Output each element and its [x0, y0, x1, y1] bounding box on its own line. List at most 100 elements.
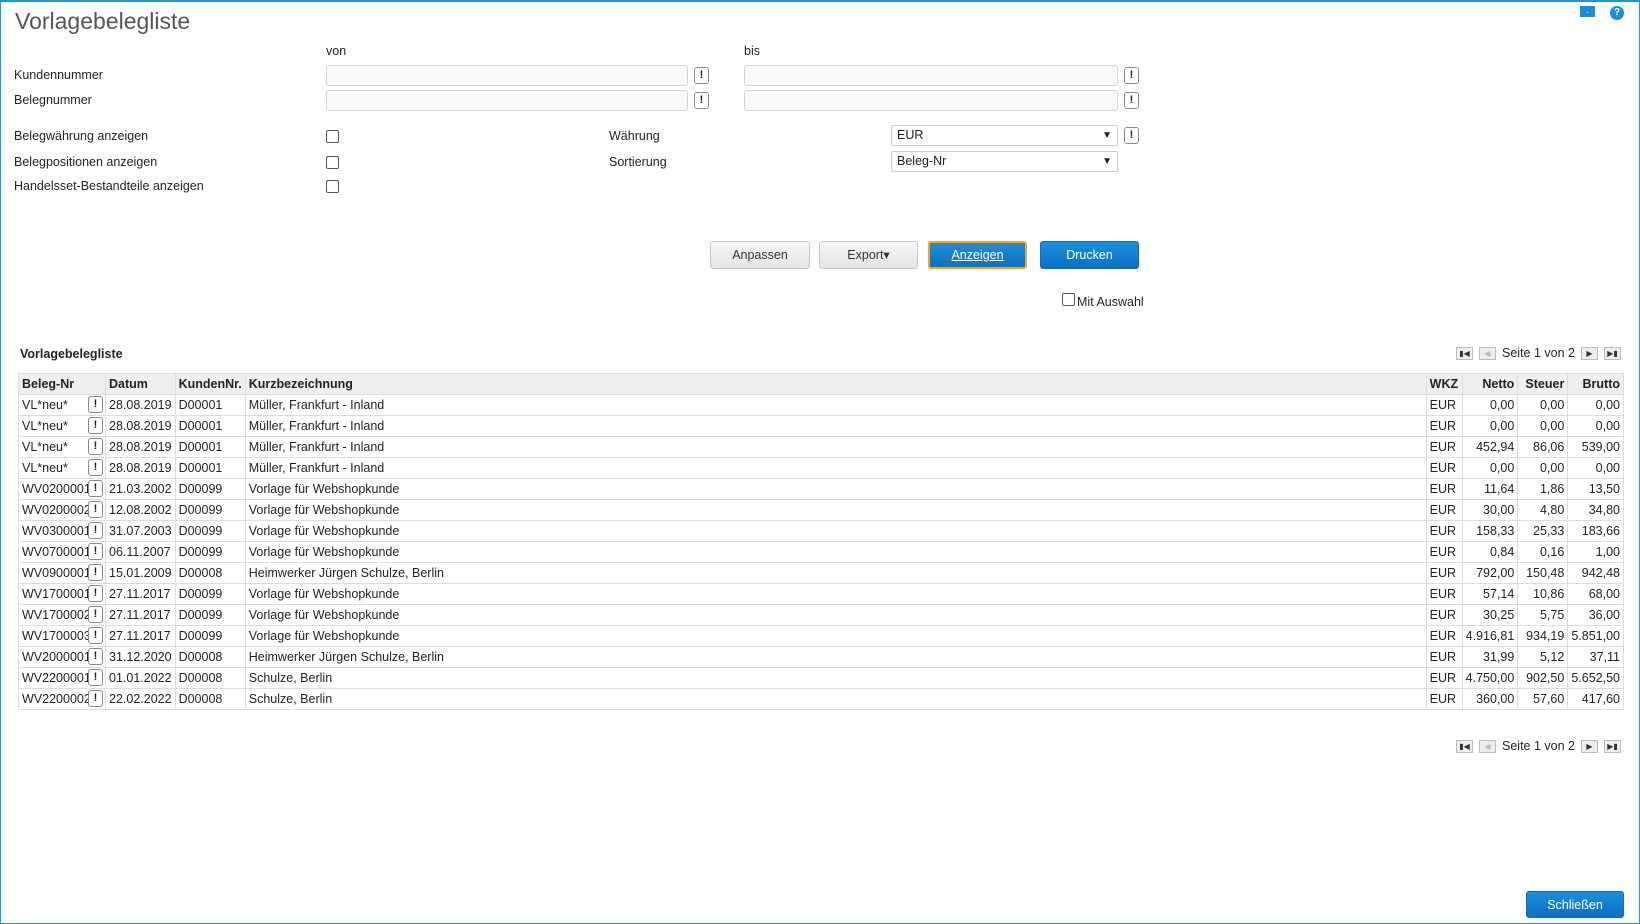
belegnummer-von-lookup-button[interactable]: ! — [694, 92, 709, 109]
kundennummer-von-lookup-button[interactable]: ! — [694, 67, 709, 84]
cell-text: EUR — [1429, 482, 1457, 496]
table-cell: 28.08.2019 — [105, 457, 176, 479]
table-row[interactable]: WV0200002! 12.08.2002 D00099 Vorlage für We… — [18, 499, 1624, 521]
table-cell: D00099 — [174, 604, 246, 626]
drucken-button[interactable]: Drucken — [1040, 241, 1139, 269]
belegwaehrung-checkbox[interactable] — [326, 130, 339, 143]
cell-text: 942,48 — [1581, 566, 1620, 580]
prev-page-icon[interactable]: ◀ — [1479, 346, 1496, 360]
next-page-icon[interactable]: ▶ — [1580, 739, 1598, 753]
table-cell: 5,12 — [1517, 646, 1569, 668]
kundennummer-bis-lookup-button[interactable]: ! — [1124, 67, 1139, 84]
table-cell: D00008 — [174, 667, 246, 689]
table-row[interactable]: VL*neu*! 28.08.2019 D00001 Müller, Frankfur… — [18, 457, 1624, 479]
first-page-icon[interactable]: ▮◀ — [1456, 739, 1473, 753]
last-page-icon[interactable]: ▶▮ — [1603, 346, 1621, 360]
column-header[interactable]: Beleg-Nr — [18, 373, 106, 395]
column-header[interactable]: Brutto — [1567, 373, 1624, 395]
cell-text: EUR — [1429, 524, 1457, 538]
prev-page-icon[interactable]: ◀ — [1479, 739, 1496, 753]
table-row[interactable]: VL*neu*! 28.08.2019 D00001 Müller, Frankfur… — [18, 436, 1624, 458]
belegnummer-von-input[interactable] — [326, 90, 688, 111]
table-cell: 0,00 — [1567, 457, 1624, 479]
handelsset-checkbox[interactable] — [326, 180, 339, 193]
beleg-detail-button[interactable]: ! — [88, 585, 103, 602]
belegnummer-bis-lookup-button[interactable]: ! — [1124, 92, 1139, 109]
schliessen-button[interactable]: Schließen — [1526, 891, 1624, 918]
cell-text: VL*neu* — [22, 440, 68, 454]
table-row[interactable]: WV0700001! 06.11.2007 D00099 Vorlage für We… — [18, 541, 1624, 563]
next-page-icon[interactable]: ▶ — [1580, 346, 1598, 360]
waehrung-select[interactable]: EUR ▼ — [891, 125, 1118, 146]
belegnummer-bis-input[interactable] — [744, 90, 1118, 111]
column-header[interactable]: KundenNr. — [174, 373, 246, 395]
beleg-detail-button[interactable]: ! — [88, 480, 103, 497]
last-page-icon[interactable]: ▶▮ — [1603, 739, 1621, 753]
mit-auswahl-checkbox[interactable] — [1062, 293, 1075, 306]
table-cell: D00008 — [174, 646, 246, 668]
cell-text: D00008 — [178, 671, 223, 685]
table-row[interactable]: WV1700002! 27.11.2017 D00099 Vorlage für We… — [18, 604, 1624, 626]
table-cell: D00001 — [174, 394, 246, 416]
cell-text: EUR — [1429, 650, 1457, 664]
beleg-detail-button[interactable]: ! — [88, 438, 103, 455]
beleg-detail-button[interactable]: ! — [88, 417, 103, 434]
column-header[interactable]: Kurzbezeichnung — [244, 373, 1427, 395]
table-cell: 539,00 — [1567, 436, 1624, 458]
table-cell: WV1700001! — [18, 583, 106, 605]
table-row[interactable]: VL*neu*! 28.08.2019 D00001 Müller, Frankfur… — [18, 415, 1624, 437]
help-icon[interactable]: ? — [1610, 6, 1624, 20]
column-header[interactable]: WKZ — [1425, 373, 1463, 395]
table-cell: 01.01.2022 — [105, 667, 176, 689]
cell-text: 57,14 — [1483, 587, 1515, 601]
table-cell: 0,00 — [1517, 394, 1569, 416]
cell-text: 12.08.2002 — [109, 503, 172, 517]
table-row[interactable]: WV0300001! 31.07.2003 D00099 Vorlage für We… — [18, 520, 1624, 542]
table-row[interactable]: WV1700003! 27.11.2017 D00099 Vorlage für We… — [18, 625, 1624, 647]
anpassen-button[interactable]: Anpassen — [710, 241, 810, 269]
beleg-detail-button[interactable]: ! — [88, 501, 103, 518]
waehrung-lookup-button[interactable]: ! — [1124, 127, 1139, 144]
table-row[interactable]: WV2000001! 31.12.2020 D00008 Heimwerker Jür… — [18, 646, 1624, 668]
cell-text: D00099 — [178, 629, 223, 643]
cell-text: 934,19 — [1526, 629, 1565, 643]
cell-text: 0,00 — [1489, 398, 1515, 412]
table-row[interactable]: WV0200001! 21.03.2002 D00099 Vorlage für We… — [18, 478, 1624, 500]
beleg-detail-button[interactable]: ! — [88, 543, 103, 560]
beleg-detail-button[interactable]: ! — [88, 669, 103, 686]
column-header[interactable]: Steuer — [1517, 373, 1569, 395]
mail-icon[interactable] — [1580, 6, 1595, 17]
column-header[interactable]: Datum — [105, 373, 176, 395]
table-cell: D00008 — [174, 562, 246, 584]
table-cell: EUR — [1425, 688, 1463, 710]
cell-text: 34,80 — [1588, 503, 1620, 517]
table-cell: 68,00 — [1567, 583, 1624, 605]
sortierung-select[interactable]: Beleg-Nr ▼ — [891, 151, 1118, 172]
belegpositionen-checkbox[interactable] — [326, 156, 339, 169]
kundennummer-bis-input[interactable] — [744, 65, 1118, 86]
table-row[interactable]: WV0900001! 15.01.2009 D00008 Heimwerker Jür… — [18, 562, 1624, 584]
beleg-detail-button[interactable]: ! — [88, 564, 103, 581]
beleg-detail-button[interactable]: ! — [88, 396, 103, 413]
first-page-icon[interactable]: ▮◀ — [1456, 346, 1473, 360]
beleg-detail-button[interactable]: ! — [88, 690, 103, 707]
anzeigen-button[interactable]: Anzeigen — [928, 241, 1027, 269]
chevron-down-icon: ▼ — [1102, 130, 1112, 141]
cell-text: WV1700001 — [22, 587, 91, 601]
beleg-detail-button[interactable]: ! — [88, 522, 103, 539]
sortierung-label: Sortierung — [609, 155, 667, 169]
beleg-detail-button[interactable]: ! — [88, 648, 103, 665]
table-row[interactable]: WV2200001! 01.01.2022 D00008 Schulze, Berli… — [18, 667, 1624, 689]
table-row[interactable]: WV2200002! 22.02.2022 D00008 Schulze, Berli… — [18, 688, 1624, 710]
table-row[interactable]: VL*neu*! 28.08.2019 D00001 Müller, Frankfur… — [18, 394, 1624, 416]
beleg-detail-button[interactable]: ! — [88, 459, 103, 476]
cell-text: 5.851,00 — [1571, 629, 1620, 643]
beleg-detail-button[interactable]: ! — [88, 606, 103, 623]
table-row[interactable]: WV1700001! 27.11.2017 D00099 Vorlage für We… — [18, 583, 1624, 605]
kundennummer-von-input[interactable] — [326, 65, 688, 86]
export-button[interactable]: Export▾ — [819, 241, 918, 269]
table-cell: Müller, Frankfurt - Inland — [244, 457, 1427, 479]
column-header[interactable]: Netto — [1461, 373, 1519, 395]
beleg-detail-button[interactable]: ! — [88, 627, 103, 644]
table-cell: Vorlage für Webshopkunde — [244, 625, 1427, 647]
